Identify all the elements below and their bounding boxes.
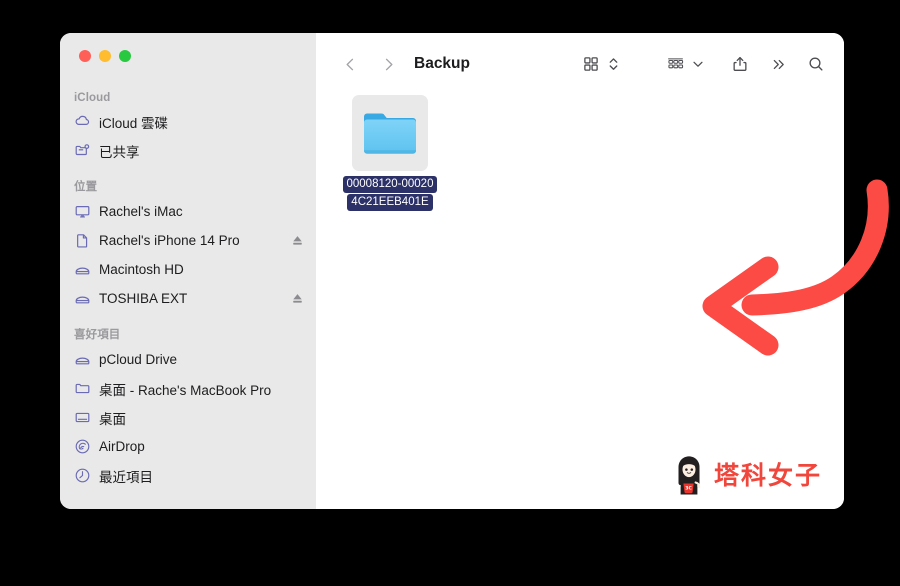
sidebar-item-shared[interactable]: 已共享 [60, 136, 316, 165]
screenshot-stage: iCloud iCloud 雲碟 已共享 位置 Rachel's iMac Ra… [0, 0, 900, 586]
external-disk-icon [74, 290, 91, 307]
chevron-up-down-icon[interactable] [605, 50, 621, 78]
imac-display-icon [74, 203, 91, 220]
sidebar-item-label: pCloud Drive [99, 352, 178, 367]
back-button[interactable] [336, 50, 364, 78]
window-traffic-lights [79, 50, 131, 62]
sidebar-item-rachels-imac[interactable]: Rachel's iMac [60, 197, 316, 226]
page-title: Backup [414, 55, 470, 72]
icloud-cloud-icon [74, 113, 91, 130]
double-chevron-right-icon[interactable] [764, 50, 792, 78]
shared-folder-icon [74, 142, 91, 159]
file-name-label[interactable]: 00008120-00020 4C21EEB401E [342, 176, 438, 212]
finder-sidebar: iCloud iCloud 雲碟 已共享 位置 Rachel's iMac Ra… [60, 33, 316, 509]
sidebar-item-label: iCloud 雲碟 [99, 115, 169, 131]
minimize-button[interactable] [99, 50, 111, 62]
sidebar-item-icloud-drive[interactable]: iCloud 雲碟 [60, 107, 316, 136]
sidebar-item-desktop[interactable]: 桌面 [60, 403, 316, 432]
grid-view-icon[interactable] [577, 50, 605, 78]
sidebar-item-label: 最近項目 [99, 469, 153, 485]
folder-icon [74, 380, 91, 397]
close-button[interactable] [79, 50, 91, 62]
file-name-line-2: 4C21EEB401E [347, 194, 433, 211]
file-item[interactable]: 00008120-00020 4C21EEB401E [342, 95, 438, 212]
sidebar-item-pcloud-drive[interactable]: pCloud Drive [60, 345, 316, 374]
sidebar-item-macintosh-hd[interactable]: Macintosh HD [60, 255, 316, 284]
file-grid: 00008120-00020 4C21EEB401E [342, 95, 438, 212]
folder-icon [364, 113, 416, 154]
watermark-text: 塔科女子 [713, 461, 822, 490]
sidebar-section-favorites-title: 喜好項目 [74, 329, 121, 341]
hard-disk-icon [74, 351, 91, 368]
forward-button[interactable] [374, 50, 402, 78]
hard-disk-icon [74, 261, 91, 278]
maximize-button[interactable] [119, 50, 131, 62]
sidebar-item-toshiba-ext[interactable]: TOSHIBA EXT [60, 284, 316, 313]
desktop-icon [74, 409, 91, 426]
sidebar-item-airdrop[interactable]: AirDrop [60, 432, 316, 461]
file-name-line-1: 00008120-00020 [342, 176, 438, 193]
sidebar-item-label: TOSHIBA EXT [99, 291, 188, 306]
view-mode-group[interactable] [577, 50, 621, 78]
watermark-logo: 3C 塔科女子 [671, 453, 822, 495]
chevron-down-icon[interactable] [689, 50, 706, 78]
iphone-document-icon [74, 232, 91, 249]
group-by-group[interactable] [661, 50, 706, 78]
airdrop-icon [74, 438, 91, 455]
sidebar-item-desktop-macbook-pro[interactable]: 桌面 - Rache's MacBook Pro [60, 374, 316, 403]
finder-content-pane: Backup 00008120-00020 4C21EEB401E 3C 塔科女… [316, 33, 844, 509]
sidebar-item-label: 桌面 [99, 411, 126, 427]
sidebar-item-label: Macintosh HD [99, 262, 184, 277]
sidebar-section-icloud-title: iCloud [74, 92, 111, 104]
avatar-icon: 3C [678, 456, 701, 495]
svg-text:3C: 3C [685, 486, 692, 492]
sidebar-item-label: Rachel's iPhone 14 Pro [99, 233, 240, 248]
sidebar-item-label: Rachel's iMac [99, 204, 183, 219]
share-icon[interactable] [726, 50, 754, 78]
sidebar-item-label: AirDrop [99, 439, 145, 454]
finder-toolbar: Backup [316, 33, 844, 95]
eject-icon[interactable] [291, 234, 304, 247]
eject-icon[interactable] [291, 292, 304, 305]
sidebar-item-label: 已共享 [99, 144, 140, 160]
sidebar-section-locations-title: 位置 [74, 181, 98, 193]
folder-thumbnail[interactable] [352, 95, 428, 171]
sidebar-item-recents[interactable]: 最近項目 [60, 461, 316, 490]
finder-window: iCloud iCloud 雲碟 已共享 位置 Rachel's iMac Ra… [60, 33, 844, 509]
clock-icon [74, 467, 91, 484]
sidebar-item-rachels-iphone-14-pro[interactable]: Rachel's iPhone 14 Pro [60, 226, 316, 255]
sidebar-item-label: 桌面 - Rache's MacBook Pro [99, 382, 272, 398]
group-by-icon[interactable] [661, 50, 689, 78]
search-icon[interactable] [802, 50, 830, 78]
